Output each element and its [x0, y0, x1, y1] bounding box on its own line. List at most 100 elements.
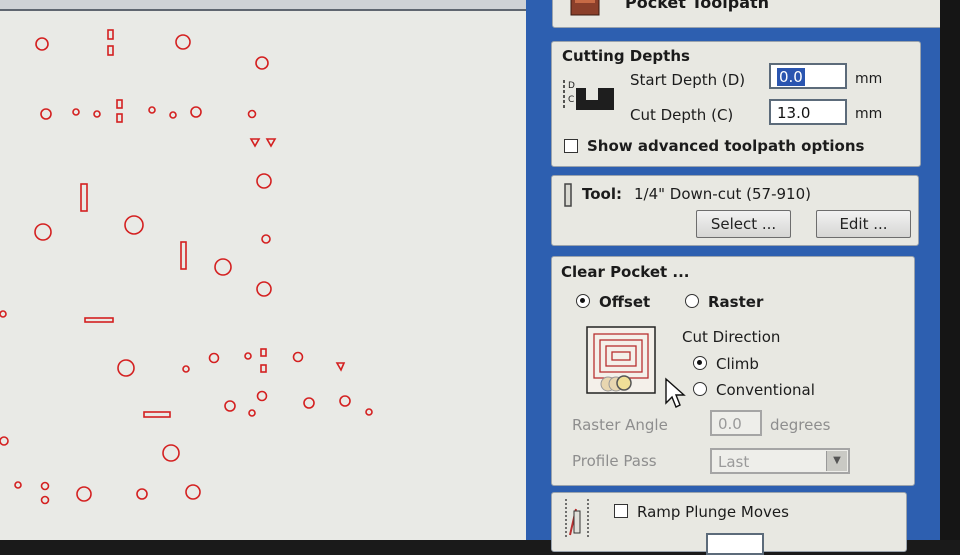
vector-slot	[143, 411, 171, 418]
vector-circle	[117, 359, 135, 377]
vector-circle	[169, 111, 177, 119]
raster-radio[interactable]	[685, 294, 699, 308]
raster-angle-label: Raster Angle	[572, 416, 668, 434]
raster-angle-unit: degrees	[770, 416, 831, 434]
vector-circle	[244, 352, 252, 360]
vector-circle	[255, 56, 269, 70]
offset-label[interactable]: Offset	[599, 293, 650, 311]
vector-circle	[303, 397, 315, 409]
vector-circle	[190, 106, 202, 118]
vector-circle	[224, 400, 236, 412]
tool-bit-icon	[564, 183, 572, 207]
advanced-options-label[interactable]: Show advanced toolpath options	[587, 137, 864, 155]
start-depth-value: 0.0	[777, 68, 805, 86]
start-depth-unit: mm	[855, 71, 883, 87]
ramp-distance-input[interactable]	[706, 533, 764, 555]
vector-slot	[84, 317, 114, 323]
profile-pass-label: Profile Pass	[572, 452, 657, 470]
vector-triangle	[335, 362, 346, 372]
vector-circle	[40, 108, 52, 120]
vector-circle	[0, 310, 7, 318]
vector-triangle	[249, 138, 261, 148]
vector-shapes	[0, 29, 373, 505]
conventional-radio[interactable]	[693, 382, 707, 396]
panel-title: Pocket Toolpath	[625, 0, 770, 12]
mouse-cursor-icon	[665, 377, 686, 408]
vector-circle	[339, 395, 351, 407]
cut-depth-unit: mm	[855, 106, 883, 122]
clear-pocket-title: Clear Pocket ...	[561, 263, 690, 281]
vector-circle	[0, 436, 9, 446]
offset-radio[interactable]	[576, 294, 590, 308]
raster-angle-input[interactable]: 0.0	[710, 410, 762, 436]
ramp-group: Ramp Plunge Moves	[551, 492, 907, 555]
vector-triangle	[265, 138, 277, 148]
monitor-bezel	[940, 0, 960, 540]
vector-circle	[35, 37, 49, 51]
vector-circle	[14, 481, 22, 489]
vector-circle	[208, 352, 220, 364]
toolpath-panel: Pocket Toolpath Cutting Depths D C Start…	[526, 0, 950, 555]
vector-slot	[116, 113, 123, 123]
svg-text:D: D	[568, 81, 575, 91]
vector-circle	[40, 495, 50, 505]
toolpath-icon	[570, 0, 600, 16]
clear-pocket-group: Clear Pocket ... Offset Raster Cut Direc…	[551, 256, 915, 486]
dropdown-arrow-icon[interactable]: ▼	[826, 451, 847, 471]
vector-circle	[148, 106, 156, 114]
vector-slot	[180, 241, 187, 270]
vector-circle	[40, 481, 50, 491]
ramp-plunge-label[interactable]: Ramp Plunge Moves	[637, 503, 789, 521]
vector-circle	[76, 486, 92, 502]
ramp-plunge-checkbox[interactable]	[614, 504, 628, 518]
tool-label: Tool:	[582, 185, 622, 203]
cut-direction-title: Cut Direction	[682, 328, 781, 346]
cutting-depths-title: Cutting Depths	[562, 47, 690, 65]
vector-slot	[107, 45, 114, 56]
vector-circle	[256, 281, 272, 297]
cutting-depths-group: Cutting Depths D C Start Depth (D) 0.0 m…	[551, 41, 921, 167]
offset-pattern-icon	[586, 326, 656, 394]
vector-circle	[214, 258, 232, 276]
vector-circle	[124, 215, 144, 235]
profile-pass-select[interactable]: Last ▼	[710, 448, 850, 474]
tool-group: Tool: 1/4" Down-cut (57-910) Select ... …	[551, 175, 919, 246]
vector-circle	[185, 484, 201, 500]
vector-slot	[107, 29, 114, 40]
vector-circle	[247, 109, 257, 119]
vector-slot	[260, 348, 267, 357]
vector-circle	[256, 173, 272, 189]
vector-circle	[162, 444, 180, 462]
vector-circle	[292, 351, 304, 363]
vector-circle	[34, 223, 52, 241]
depth-diagram-icon: D C	[563, 80, 614, 110]
vector-slot	[260, 364, 267, 373]
tool-edit-button[interactable]: Edit ...	[816, 210, 911, 238]
cut-depth-input[interactable]: 13.0	[769, 99, 847, 125]
svg-text:C: C	[568, 95, 574, 105]
tool-name: 1/4" Down-cut (57-910)	[634, 185, 811, 203]
vector-circle	[256, 390, 268, 402]
conventional-label[interactable]: Conventional	[716, 381, 815, 399]
vector-slot	[116, 99, 123, 109]
climb-radio[interactable]	[693, 356, 707, 370]
vector-circle	[182, 365, 190, 373]
vector-circle	[175, 34, 191, 50]
panel-header: Pocket Toolpath	[552, 0, 950, 28]
vector-slot	[80, 183, 88, 212]
profile-pass-value: Last	[718, 453, 750, 471]
climb-label[interactable]: Climb	[716, 355, 759, 373]
vector-circle	[136, 488, 148, 500]
start-depth-input[interactable]: 0.0	[769, 63, 847, 89]
start-depth-label: Start Depth (D)	[630, 71, 746, 89]
vector-circle	[93, 110, 101, 118]
raster-label[interactable]: Raster	[708, 293, 763, 311]
vector-circle	[248, 409, 256, 417]
cut-depth-label: Cut Depth (C)	[630, 106, 734, 124]
vector-circle	[261, 234, 271, 244]
drawing-canvas[interactable]	[0, 0, 526, 540]
tool-select-button[interactable]: Select ...	[696, 210, 791, 238]
vector-circle	[365, 408, 373, 416]
ramp-diagram-icon	[565, 499, 589, 539]
advanced-options-checkbox[interactable]	[564, 139, 578, 153]
